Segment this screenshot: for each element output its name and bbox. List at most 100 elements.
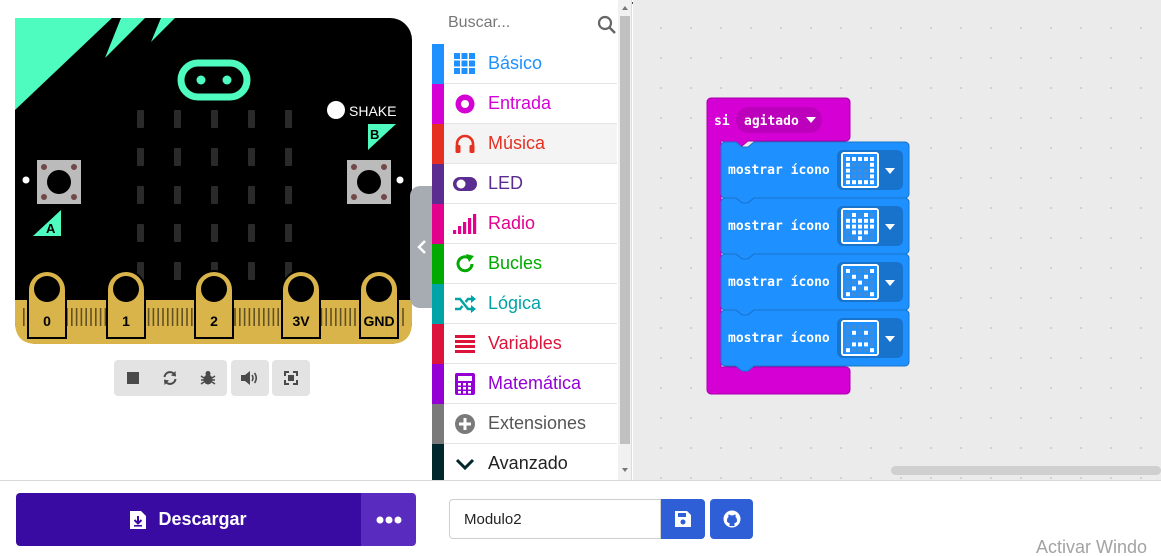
event-keyword-label: si — [714, 114, 730, 129]
edge-pin-line — [234, 308, 236, 326]
github-button[interactable] — [710, 499, 753, 539]
led — [137, 224, 144, 242]
shake-button-icon[interactable] — [327, 101, 345, 119]
category-label: Avanzado — [488, 453, 568, 473]
pin-label: GND — [363, 313, 394, 329]
edge-pin-line — [167, 308, 169, 326]
more-options-button[interactable] — [361, 493, 416, 546]
category-label: Matemática — [488, 373, 582, 393]
show-icon-block[interactable]: mostrar ícono — [720, 141, 910, 204]
icon-picker-dropdown[interactable] — [837, 150, 903, 190]
fullscreen-icon — [284, 371, 298, 385]
input-icon — [448, 84, 482, 124]
microbit-board[interactable]: SHAKE B A 0 1 2 3V GND — [15, 18, 412, 344]
led — [211, 224, 218, 242]
edge-pin-line — [71, 308, 73, 326]
headphones-icon — [448, 124, 482, 164]
edge-pin-line — [176, 308, 179, 326]
show-icon-block[interactable]: mostrar ícono — [720, 197, 910, 260]
show-icon-label: mostrar ícono — [728, 163, 830, 178]
edge-pin-line — [104, 308, 107, 326]
workspace-horizontal-scrollbar[interactable] — [891, 466, 1161, 475]
fullscreen-button[interactable] — [272, 360, 310, 396]
category-radio[interactable]: Radio — [432, 203, 617, 244]
edge-pin-line — [157, 308, 159, 326]
category-label: LED — [488, 173, 524, 193]
category-label: Variables — [488, 333, 562, 353]
icon-picker-dropdown[interactable] — [837, 318, 903, 358]
category-lógica[interactable]: Lógica — [432, 283, 617, 324]
led — [248, 224, 255, 242]
block-canvas[interactable]: si agitado mostrar íconomostrar íconomos… — [633, 0, 1161, 480]
led — [137, 186, 144, 204]
show-icon-block[interactable]: mostrar ícono — [720, 309, 910, 372]
led — [285, 186, 292, 204]
pin-label: 3V — [292, 313, 310, 329]
edge-pin-line — [162, 308, 164, 326]
icon-picker-dropdown[interactable] — [837, 262, 903, 302]
sound-button[interactable] — [231, 360, 269, 396]
project-name-input[interactable] — [449, 499, 661, 539]
debug-button[interactable] — [194, 364, 222, 392]
category-color-bar — [432, 43, 444, 84]
show-icon-label: mostrar ícono — [728, 275, 830, 290]
edge-pin-line — [90, 308, 92, 326]
edge-pin-line — [186, 308, 188, 326]
bottom-toolbar: Descargar Activar Windo — [0, 480, 1161, 556]
pin-0[interactable]: 0 — [27, 270, 67, 339]
pin-2[interactable]: 2 — [194, 270, 234, 339]
led — [174, 224, 181, 242]
led — [137, 148, 144, 166]
edge-pin-line — [402, 308, 404, 326]
scroll-up-icon[interactable] — [618, 2, 632, 14]
edge-pin-line — [325, 308, 327, 326]
github-icon — [723, 510, 740, 528]
category-color-bar — [432, 323, 444, 364]
category-led[interactable]: LED — [432, 163, 617, 204]
category-label: Música — [488, 133, 546, 153]
scroll-down-icon[interactable] — [618, 464, 632, 476]
restart-icon — [163, 371, 177, 385]
edge-pin-line — [339, 308, 342, 326]
category-extensiones[interactable]: Extensiones — [432, 403, 617, 444]
blocks-workspace[interactable]: si agitado mostrar ícono mostrar ícono mos… — [633, 0, 1161, 480]
pin-gnd[interactable]: GND — [359, 270, 399, 339]
category-variables[interactable]: Variables — [432, 323, 617, 364]
category-entrada[interactable]: Entrada — [432, 83, 617, 124]
led — [174, 110, 181, 128]
edge-pin-line — [239, 308, 241, 326]
edge-pin-line — [253, 308, 255, 326]
gesture-dropdown[interactable]: agitado — [736, 107, 822, 133]
pin-3v[interactable]: 3V — [281, 270, 321, 339]
edge-pin-line — [147, 308, 150, 326]
search-icon[interactable] — [597, 15, 617, 35]
category-básico[interactable]: Básico — [432, 43, 617, 84]
heart-icon — [843, 210, 877, 242]
category-avanzado[interactable]: Avanzado — [432, 443, 617, 480]
search-input[interactable] — [448, 14, 578, 32]
collapse-simulator-button[interactable] — [410, 186, 434, 308]
category-label: Extensiones — [488, 413, 587, 433]
x-icon — [843, 266, 877, 298]
led — [137, 110, 144, 128]
icon-picker-dropdown[interactable] — [837, 206, 903, 246]
category-matemática[interactable]: Matemática — [432, 363, 617, 404]
toolbox-search — [432, 4, 617, 42]
edge-pin-line — [344, 308, 347, 326]
restart-button[interactable] — [156, 364, 184, 392]
edge-pin-line — [171, 308, 174, 326]
category-música[interactable]: Música — [432, 123, 617, 164]
makecode-editor: SHAKE B A 0 1 2 3V GND Buscar... Básico … — [0, 0, 1161, 556]
download-button[interactable]: Descargar — [16, 493, 361, 546]
toolbox-scrollbar[interactable] — [618, 0, 632, 480]
led — [248, 262, 255, 280]
category-bucles[interactable]: Bucles — [432, 243, 617, 284]
toolbox-scrollbar-thumb[interactable] — [620, 16, 630, 444]
edge-pin-line — [258, 308, 260, 326]
show-icon-block-stack: mostrar ícono mostrar ícono mostrar ícono m… — [720, 141, 910, 372]
stop-button[interactable] — [119, 364, 147, 392]
edge-pin-line — [263, 308, 265, 326]
show-icon-block[interactable]: mostrar ícono — [720, 253, 910, 316]
save-button[interactable] — [661, 499, 705, 539]
pin-1[interactable]: 1 — [106, 270, 146, 339]
